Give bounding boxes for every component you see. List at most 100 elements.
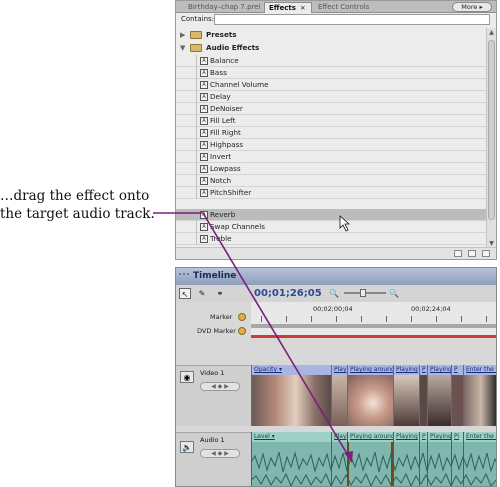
more-button[interactable]: More ▸ [452, 2, 492, 12]
disclosure-right-icon[interactable]: ▶ [180, 29, 185, 41]
timeline-toolbar: ↖ ✎ ⚭ 00;01;26;05 🔍 🔍 [176, 285, 496, 302]
audio-track-header: Audio 1 🔈 ◀ ◆ ▶ [176, 432, 251, 486]
tree-guide-line [196, 67, 197, 79]
clip-thumbnail [252, 375, 331, 426]
effect-item[interactable]: A Highpass [176, 139, 488, 151]
current-timecode[interactable]: 00;01;26;05 [254, 288, 322, 299]
effect-item[interactable]: A Treble [176, 233, 488, 245]
audio-effect-icon: A [200, 81, 208, 89]
effect-item[interactable]: A Channel Volume [176, 79, 488, 91]
audio-effect-icon: A [200, 189, 208, 197]
contains-search-input[interactable] [214, 14, 490, 25]
ruler-tick [361, 316, 362, 322]
effect-item-selected[interactable]: A Reverb [176, 209, 488, 221]
video-clip[interactable]: Playing [393, 365, 419, 426]
scrollbar-thumb[interactable] [488, 40, 495, 220]
time-ruler[interactable]: 00;02;00;04 00;02;24;04 [251, 302, 496, 338]
tab-project[interactable]: Birthday–chap 7.prel [184, 2, 264, 13]
video-clip[interactable]: Opacity ▾ [251, 365, 331, 426]
effect-label: DeNoiser [210, 104, 243, 113]
audio-effect-icon: A [200, 141, 208, 149]
ruler-tick [461, 316, 462, 322]
audio-track-name: Audio 1 [200, 436, 225, 444]
dvd-marker-label: DVD Marker [197, 327, 236, 335]
video-clip[interactable]: Playing [427, 365, 451, 426]
callout-line-1: …drag the effect onto [0, 188, 150, 204]
effect-item[interactable]: A Invert [176, 151, 488, 163]
effect-item[interactable]: A PitchShifter [176, 187, 488, 199]
trash-icon[interactable] [482, 250, 490, 257]
video-clip[interactable]: Play [331, 365, 347, 426]
video-clip[interactable]: P [451, 365, 463, 426]
audio-effect-icon: A [200, 93, 208, 101]
audio-waveform [251, 451, 496, 486]
tree-guide-line [196, 115, 197, 127]
effect-label: Highpass [210, 140, 243, 149]
audio-effect-icon: A [200, 69, 208, 77]
effects-tree: ▶ Presets ▼ Audio Effects A Balance A Bass… [176, 28, 488, 248]
clip-header: Playing [394, 365, 419, 375]
callout-line-2: the target audio track. [0, 206, 155, 222]
tab-effect-controls[interactable]: Effect Controls [314, 2, 384, 13]
folder-presets[interactable]: ▶ Presets [176, 29, 488, 41]
effect-item[interactable]: A Swap Channels [176, 221, 488, 233]
folder-icon [190, 31, 202, 39]
ruler-tick [411, 316, 412, 322]
effect-label: Reverb [210, 210, 236, 219]
tree-guide-line [196, 175, 197, 187]
keyframe-nav-buttons[interactable]: ◀ ◆ ▶ [200, 449, 240, 458]
disclosure-down-icon[interactable]: ▼ [180, 42, 185, 54]
timeline-title-bar: Timeline [176, 268, 496, 285]
scroll-up-icon[interactable]: ▲ [487, 28, 496, 37]
tree-guide-line [196, 221, 197, 233]
dvd-marker-icon[interactable] [238, 327, 246, 335]
video-track[interactable]: Opacity ▾ Play Playing around Playing P … [251, 365, 496, 426]
ruler-tick [261, 316, 262, 322]
clip-header: P [452, 365, 463, 375]
effect-item[interactable]: A Delay [176, 91, 488, 103]
effect-item[interactable]: A Fill Right [176, 127, 488, 139]
track-select-icon[interactable]: ✎ [196, 288, 208, 299]
tab-effects[interactable]: Effects × [264, 2, 312, 13]
vertical-scrollbar[interactable]: ▲ ▼ [486, 28, 496, 248]
effect-label: Delay [210, 92, 231, 101]
effect-label: Fill Left [210, 116, 236, 125]
work-area-bar[interactable] [251, 324, 496, 328]
ripple-edit-icon[interactable]: ⚭ [214, 288, 226, 299]
eye-icon[interactable]: ◉ [180, 371, 194, 383]
keyframe-nav-buttons[interactable]: ◀ ◆ ▶ [200, 382, 240, 391]
marker-icon[interactable] [238, 313, 246, 321]
clip-header: Play [332, 365, 347, 375]
clip-header: Playing [428, 365, 451, 375]
effect-label: Channel Volume [210, 80, 269, 89]
zoom-in-icon[interactable]: 🔍 [388, 288, 400, 299]
contains-row: Contains: [176, 13, 496, 27]
folder-audio-effects[interactable]: ▼ Audio Effects [176, 42, 488, 54]
selection-tool-icon[interactable]: ↖ [179, 288, 191, 299]
speaker-icon[interactable]: 🔈 [180, 441, 194, 453]
effect-item[interactable]: A Notch [176, 175, 488, 187]
clip-thumbnail [420, 375, 427, 426]
video-clip[interactable]: Enter the cl [463, 365, 496, 426]
effect-item[interactable]: A Fill Left [176, 115, 488, 127]
video-clip[interactable]: P [419, 365, 427, 426]
effect-item[interactable]: A Balance [176, 55, 488, 67]
video-clip[interactable]: Playing around [347, 365, 393, 426]
close-icon[interactable]: × [300, 4, 306, 12]
audio-track[interactable]: Level ▾ Play Playing around Playing P Pl… [251, 432, 496, 486]
ruler-tick [486, 316, 487, 322]
zoom-slider-thumb[interactable] [360, 289, 366, 297]
zoom-out-icon[interactable]: 🔍 [328, 288, 340, 299]
ruler-tick [286, 316, 287, 322]
effect-item[interactable]: A DeNoiser [176, 103, 488, 115]
audio-effect-icon: A [200, 177, 208, 185]
effect-item[interactable]: A Lowpass [176, 163, 488, 175]
tree-guide-line [196, 233, 197, 245]
effect-label: Invert [210, 152, 232, 161]
effect-item[interactable]: A Bass [176, 67, 488, 79]
new-bin-icon[interactable] [454, 250, 462, 257]
new-item-icon[interactable] [468, 250, 476, 257]
clip-thumbnail [452, 375, 463, 426]
effect-label: Treble [210, 234, 232, 243]
panel-grip-icon[interactable] [179, 273, 189, 280]
